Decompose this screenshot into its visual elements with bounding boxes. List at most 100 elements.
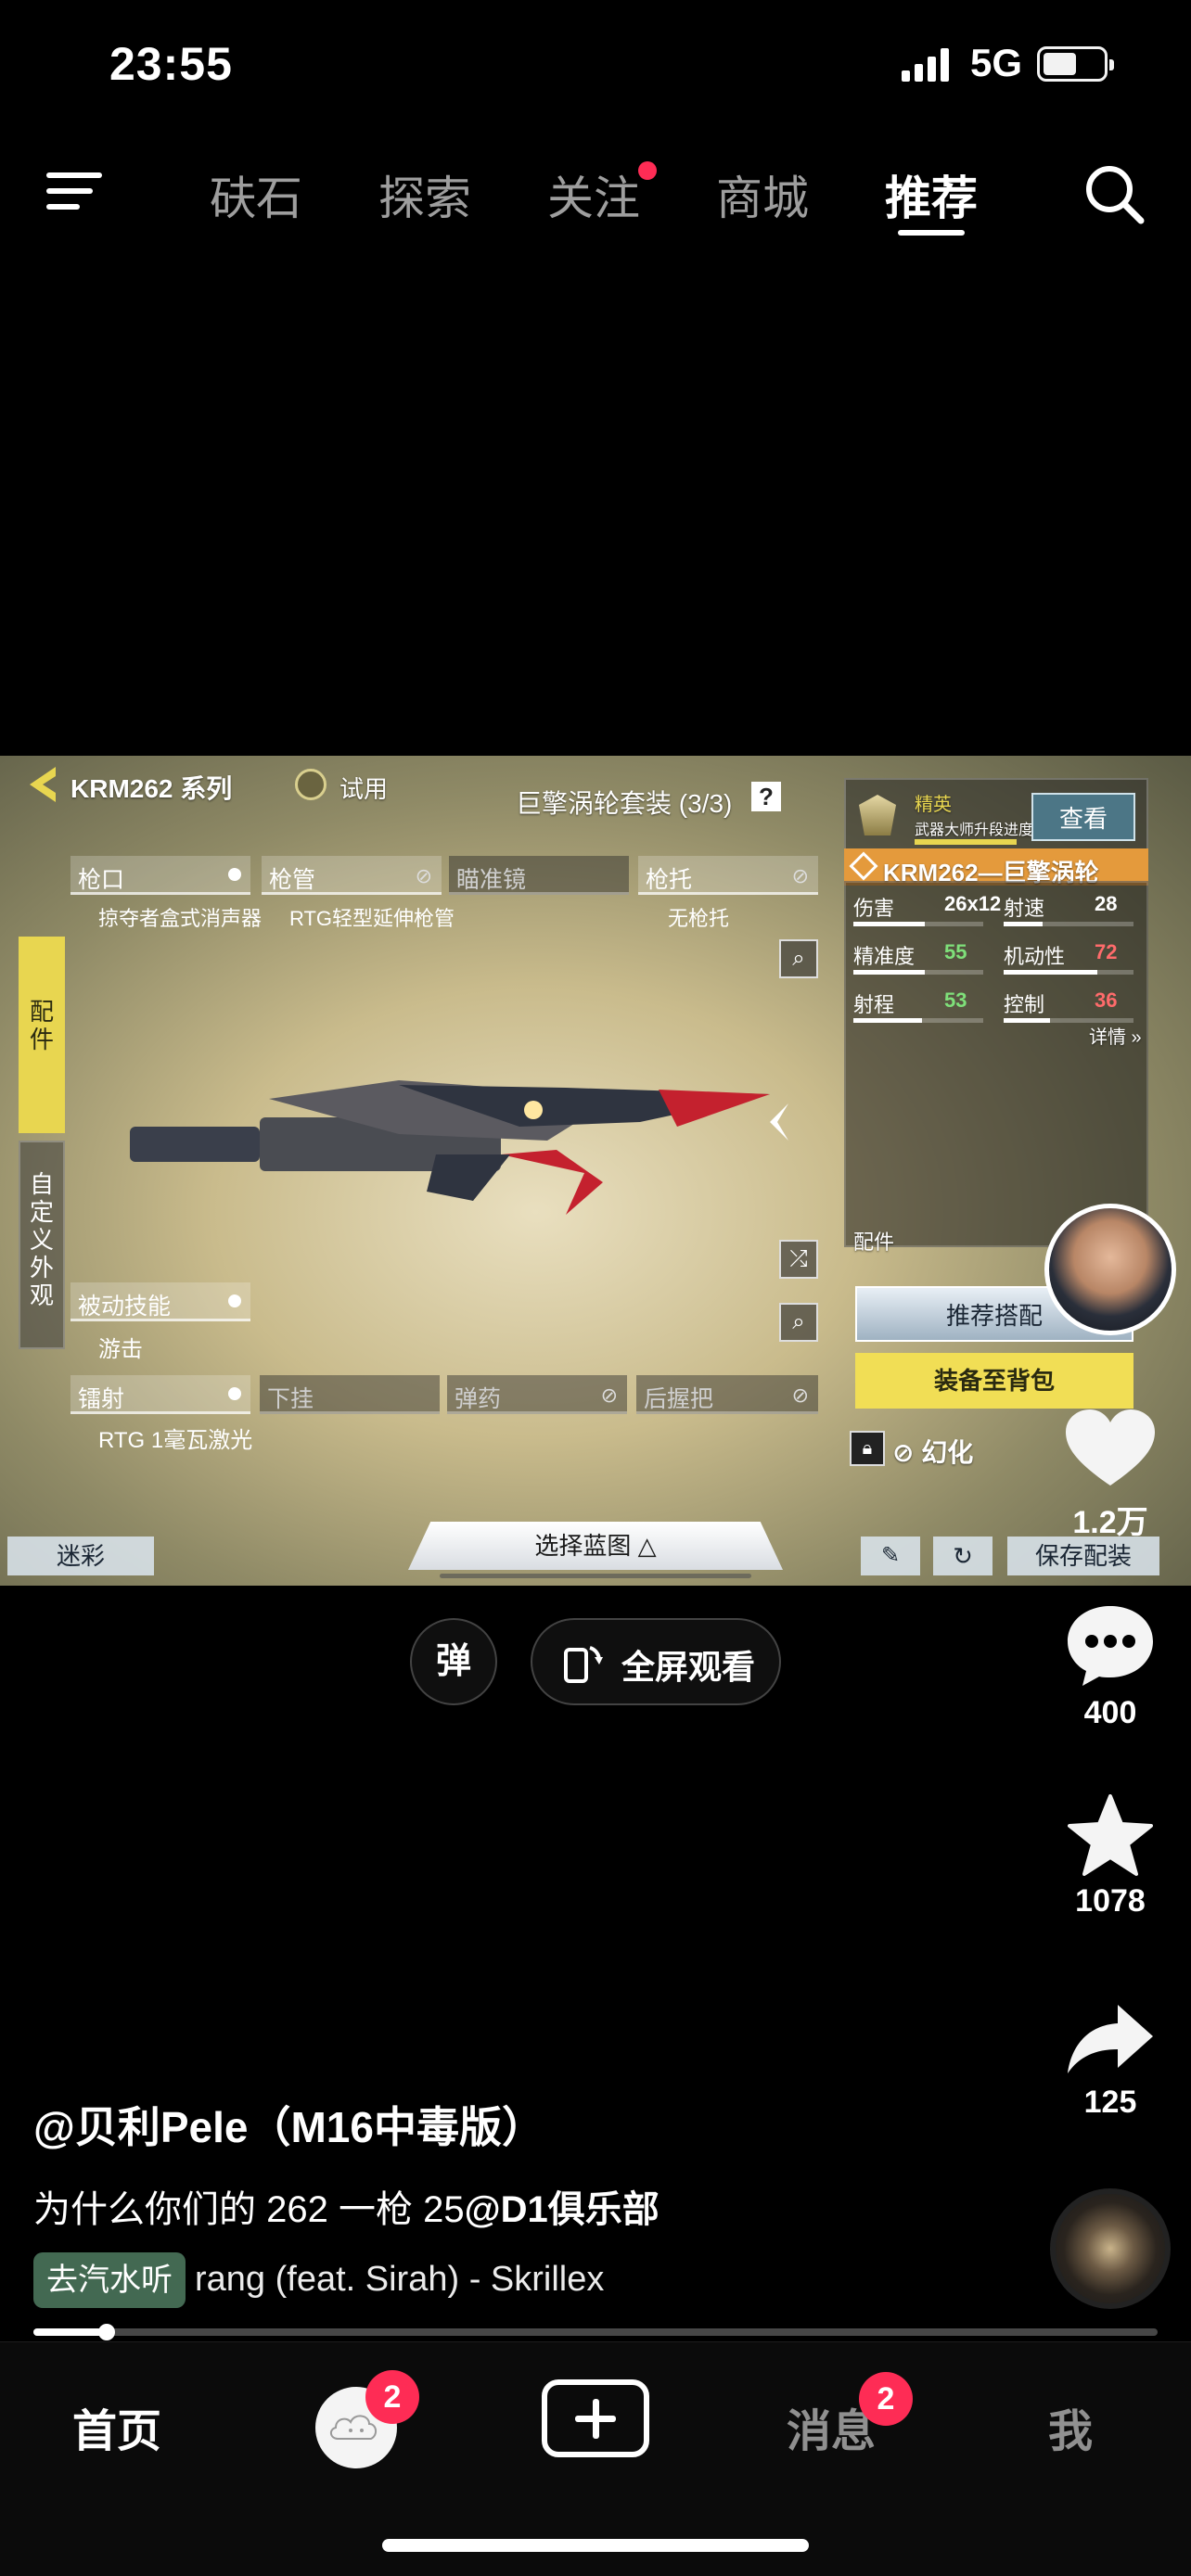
comment-button[interactable]: 400: [1044, 1604, 1176, 1731]
fullscreen-button[interactable]: 全屏观看: [531, 1618, 781, 1705]
music-disc[interactable]: [1050, 2188, 1171, 2309]
author-name[interactable]: @贝利Pele（M16中毒版）: [33, 2094, 544, 2155]
stat-value: 53: [944, 988, 967, 1012]
zoom-icon[interactable]: ⌕: [779, 1303, 818, 1342]
tab-mall[interactable]: 商城: [716, 161, 809, 228]
slot-perk[interactable]: 被动技能: [70, 1282, 250, 1321]
slot-muzzle-item: 掠夺者盒式消声器: [98, 907, 263, 930]
stat-label: 射速: [1004, 897, 1045, 920]
menu-icon[interactable]: [46, 167, 106, 215]
slot-stock[interactable]: 枪托 ⊘: [638, 856, 818, 895]
author-avatar[interactable]: [1044, 1204, 1176, 1335]
slot-muzzle[interactable]: 枪口: [70, 856, 250, 895]
slot-rear-grip[interactable]: 后握把 ⊘: [636, 1375, 818, 1414]
rank-box: 精英 武器大师升段进度 查看: [844, 778, 1148, 854]
inspect-icon[interactable]: ⌕: [779, 939, 818, 978]
music-row[interactable]: 去汽水听 rang (feat. Sirah) - Skrillex: [33, 2251, 604, 2309]
save-loadout-button[interactable]: 保存配装: [1007, 1537, 1159, 1575]
share-button[interactable]: 125: [1044, 2003, 1176, 2121]
attachments-label: 配件: [853, 1231, 895, 1254]
tab-me[interactable]: 我: [1048, 2394, 1093, 2459]
friends-tab[interactable]: 2: [315, 2370, 419, 2468]
reset-icon[interactable]: ↻: [933, 1537, 992, 1575]
comment-icon: [1068, 1606, 1153, 1686]
like-button[interactable]: 1.2万: [1044, 1409, 1176, 1542]
favorite-button[interactable]: 1078: [1044, 1794, 1176, 1919]
search-icon[interactable]: [1082, 161, 1146, 226]
stat-value: 72: [1095, 940, 1118, 963]
stat-bar: [1004, 970, 1133, 975]
stat-bar: [853, 1018, 983, 1023]
view-button[interactable]: 查看: [1031, 793, 1135, 841]
tab-explore[interactable]: 探索: [378, 161, 471, 228]
share-icon: [1068, 2005, 1153, 2073]
tab-recommend[interactable]: 推荐: [885, 161, 978, 236]
stat-bar: [853, 970, 983, 975]
equip-button[interactable]: 装备至背包: [855, 1353, 1133, 1409]
create-button[interactable]: [542, 2379, 649, 2457]
hide-icon: ⊘: [600, 1384, 618, 1407]
rank-badge-icon: [859, 795, 896, 835]
slot-optic[interactable]: 瞄准镜: [449, 856, 629, 895]
lock-icon: 🔒︎: [850, 1431, 885, 1466]
star-icon: [1068, 1794, 1153, 1876]
rank-title: 精英: [915, 795, 952, 815]
tab-lead-stone[interactable]: 砆石: [210, 161, 302, 228]
stat-label: 伤害: [853, 897, 895, 920]
stat-label: 控制: [1004, 993, 1045, 1016]
shuffle-icon[interactable]: ⤮: [779, 1240, 818, 1279]
help-icon[interactable]: ?: [751, 782, 781, 811]
weapon-name-banner: KRM262—巨擎涡轮: [844, 848, 1148, 886]
stat-bar: [1004, 922, 1133, 926]
stat-value: 36: [1095, 988, 1118, 1012]
slot-perk-item: 游击: [98, 1337, 143, 1362]
progress-handle[interactable]: [97, 2324, 115, 2340]
video-divider: [440, 1574, 751, 1578]
battery-icon: [1037, 46, 1114, 82]
skin-set-title: 巨擎涡轮套装 (3/3): [516, 789, 733, 818]
stats-panel: 详情 » 配件 伤害 26x12 射速 28 精准度 55 机动性 72 射程 53 控制 36: [844, 881, 1148, 1254]
trial-icon: [295, 769, 327, 800]
tab-messages[interactable]: 消息 2: [787, 2372, 913, 2459]
stat-value: 28: [1095, 892, 1118, 915]
home-indicator: [382, 2539, 809, 2552]
slot-stock-item: 无枪托: [668, 907, 730, 930]
slot-barrel-item: RTG轻型延伸枪管: [289, 907, 455, 930]
details-link[interactable]: 详情 »: [1089, 1022, 1142, 1049]
mention-link[interactable]: @D1俱乐部: [465, 2189, 660, 2230]
slot-underbarrel[interactable]: 下挂: [260, 1375, 440, 1414]
video-player[interactable]: KRM262 系列 试用 巨擎涡轮套装 (3/3) ? 精英 武器大师升段进度 …: [0, 756, 1191, 1586]
back-arrow-icon[interactable]: [24, 763, 65, 806]
blueprint-button[interactable]: 选择蓝图 △: [408, 1522, 783, 1570]
stat-value: 55: [944, 940, 967, 963]
hide-icon: ⊘: [415, 864, 432, 887]
slot-laser-item: RTG 1毫瓦激光: [98, 1428, 253, 1453]
side-tab-custom-appearance[interactable]: 自定义外观: [19, 1141, 65, 1349]
weapon-model-image: [130, 1080, 788, 1215]
stat-bar: [853, 922, 983, 926]
stat-bar: [1004, 1018, 1133, 1023]
camo-button[interactable]: 迷彩: [7, 1537, 154, 1575]
side-tab-attachments[interactable]: 配件: [19, 937, 65, 1133]
top-navigation: 砆石 探索 关注 商城 推荐: [0, 139, 1191, 250]
slot-ammo[interactable]: 弹药 ⊘: [447, 1375, 627, 1414]
music-app-tag[interactable]: 去汽水听: [33, 2252, 186, 2308]
weapon-series: KRM262 系列: [70, 774, 233, 803]
active-tab-underline: [898, 230, 965, 236]
video-progress-bar[interactable]: [33, 2324, 1158, 2340]
stat-value: 26x12: [944, 892, 1002, 915]
illusion-label[interactable]: ⊘ 幻化: [892, 1433, 973, 1470]
slot-laser[interactable]: 镭射: [70, 1375, 250, 1414]
messages-badge: 2: [859, 2372, 913, 2426]
tab-following[interactable]: 关注: [547, 161, 657, 228]
music-title: rang (feat. Sirah) - Skrillex: [195, 2260, 605, 2299]
danmu-button[interactable]: 弹: [410, 1618, 497, 1705]
status-time: 23:55: [109, 38, 233, 90]
hide-icon: ⊘: [791, 1384, 809, 1407]
signal-icon: [902, 48, 949, 82]
tab-home[interactable]: 首页: [72, 2394, 161, 2459]
stat-label: 精准度: [853, 945, 916, 968]
slot-barrel[interactable]: 枪管 ⊘: [262, 856, 442, 895]
brush-icon[interactable]: ✎: [861, 1537, 920, 1575]
video-description: 为什么你们的 262 一枪 25@D1俱乐部: [33, 2189, 660, 2230]
